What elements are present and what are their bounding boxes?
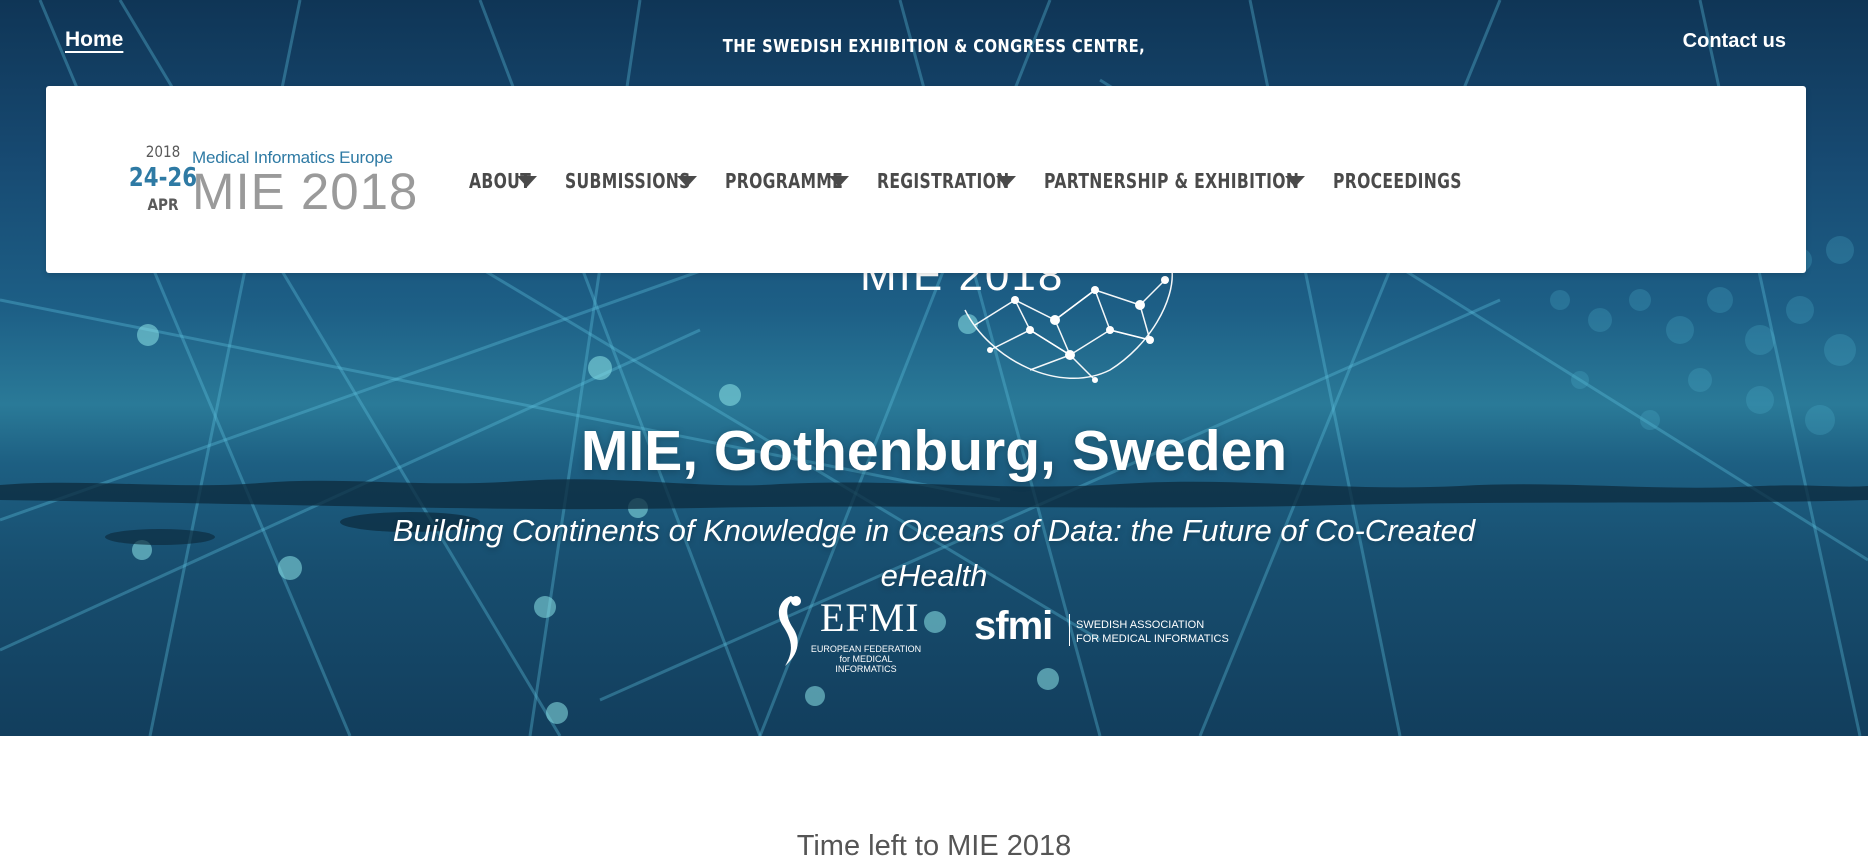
venue-text: THE SWEDISH EXHIBITION & CONGRESS CENTRE…	[722, 36, 1146, 57]
efmi-swirl-icon	[778, 596, 801, 666]
nav-item-proceedings[interactable]: PROCEEDINGS	[1333, 169, 1462, 193]
hero-subtitle: Building Continents of Knowledge in Ocea…	[392, 513, 1476, 593]
efmi-logo[interactable]: EFMI EUROPEAN FEDERATION for MEDICAL INF…	[765, 592, 930, 674]
site-logo[interactable]: Medical Informatics Europe MIE 2018	[192, 148, 422, 218]
contact-us-link[interactable]: Contact us	[1683, 30, 1786, 53]
main-nav-card: 2018 24-26 APR Medical Informatics Europ…	[46, 86, 1806, 273]
efmi-name: EFMI	[820, 595, 920, 640]
countdown-title: Time left to MIE 2018	[796, 830, 1072, 862]
event-year: 2018	[145, 142, 181, 161]
sfmi-tagline: SWEDISH ASSOCIATION FOR MEDICAL INFORMAT…	[1076, 619, 1229, 645]
nav-item-submissions[interactable]: SUBMISSIONS	[565, 169, 697, 193]
nav-item-label: PROGRAMME	[724, 169, 843, 193]
home-link[interactable]: Home	[65, 28, 123, 52]
nav-item-partnership-exhibition[interactable]: PARTNERSHIP & EXHIBITION	[1043, 169, 1306, 193]
nav-item-label: PROCEEDINGS	[1333, 169, 1462, 193]
event-month: APR	[147, 195, 179, 214]
nav-item-registration[interactable]: REGISTRATION	[877, 169, 1016, 193]
event-days: 24-26	[128, 163, 198, 193]
logo-title: MIE 2018	[192, 163, 419, 220]
nav-item-label: SUBMISSIONS	[564, 169, 691, 193]
sfmi-divider	[1069, 614, 1070, 646]
top-bar: Home THE SWEDISH EXHIBITION & CONGRESS C…	[0, 0, 1868, 86]
nav-item-programme[interactable]: PROGRAMME	[725, 169, 850, 193]
hero-title: MIE, Gothenburg, Sweden	[580, 419, 1288, 483]
main-menu: ABOUT SUBMISSIONS PROGRAMME REGISTRATION…	[469, 169, 1490, 193]
efmi-tagline: EUROPEAN FEDERATION for MEDICAL INFORMAT…	[810, 644, 922, 674]
nav-item-label: ABOUT	[469, 169, 532, 193]
sfmi-name: sfmi	[974, 604, 1053, 648]
nav-item-about[interactable]: ABOUT	[469, 169, 537, 193]
nav-item-label: REGISTRATION	[877, 169, 1010, 193]
nav-item-label: PARTNERSHIP & EXHIBITION	[1043, 169, 1299, 193]
